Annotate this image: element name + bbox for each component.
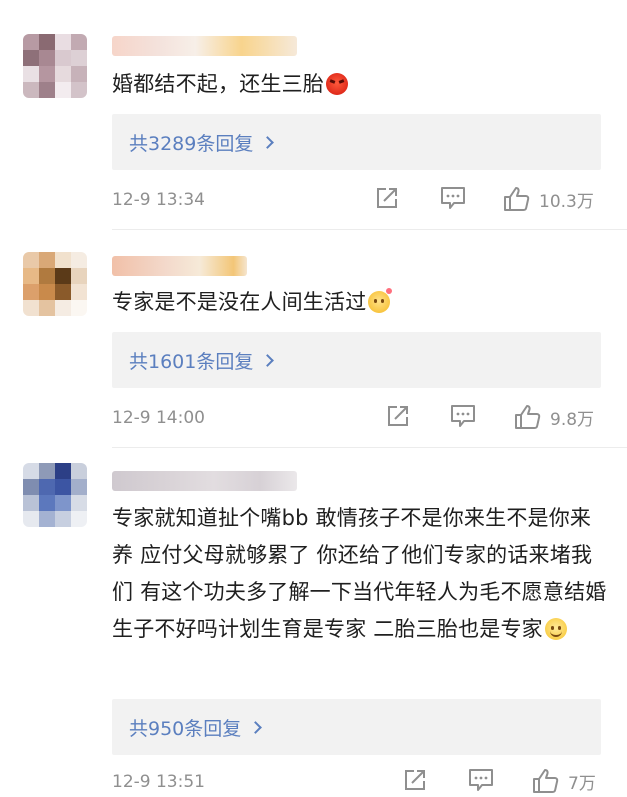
view-replies-button[interactable]: 共950条回复 xyxy=(112,699,601,755)
chevron-right-icon xyxy=(261,353,275,367)
avatar-pixel xyxy=(55,50,71,66)
like-count: 7万 xyxy=(568,773,596,794)
avatar-pixel xyxy=(55,284,71,300)
comment-icon xyxy=(469,769,493,791)
avatar-pixel xyxy=(39,495,55,511)
avatar-pixel xyxy=(23,479,39,495)
comment-button[interactable] xyxy=(440,186,466,210)
avatar-pixel xyxy=(55,34,71,50)
avatar-pixel xyxy=(39,82,55,98)
avatar-pixel xyxy=(71,252,87,268)
chevron-right-icon xyxy=(249,720,263,734)
share-button[interactable] xyxy=(386,404,410,428)
chevron-right-icon xyxy=(261,135,275,149)
timestamp: 12-9 13:34 xyxy=(112,190,205,210)
avatar[interactable] xyxy=(23,252,87,316)
avatar-pixel xyxy=(55,66,71,82)
divider xyxy=(112,447,627,448)
share-button[interactable] xyxy=(375,186,399,210)
share-icon xyxy=(377,188,397,208)
timestamp: 12-9 14:00 xyxy=(112,408,205,428)
comment-button[interactable] xyxy=(468,768,494,792)
avatar-pixel xyxy=(71,66,87,82)
avatar[interactable] xyxy=(23,463,87,527)
avatar[interactable] xyxy=(23,34,87,98)
avatar-pixel xyxy=(71,34,87,50)
avatar-pixel xyxy=(39,511,55,527)
avatar-pixel xyxy=(55,300,71,316)
avatar-pixel xyxy=(39,252,55,268)
comment-text: 专家就知道扯个嘴bb 敢情孩子不是你来生不是你来养 应付父母就够累了 你还给了他… xyxy=(112,506,607,641)
avatar-pixel xyxy=(55,479,71,495)
avatar-pixel xyxy=(71,495,87,511)
avatar-pixel xyxy=(39,284,55,300)
username-blurred[interactable] xyxy=(112,471,297,491)
avatar-pixel xyxy=(55,252,71,268)
avatar-pixel xyxy=(71,479,87,495)
view-replies-button[interactable]: 共3289条回复 xyxy=(112,114,601,170)
avatar-pixel xyxy=(23,300,39,316)
comment-button[interactable] xyxy=(450,404,476,428)
angry-face-emoji xyxy=(326,73,348,95)
avatar-pixel xyxy=(39,300,55,316)
timestamp: 12-9 13:51 xyxy=(112,772,205,792)
thumbs-up-icon xyxy=(515,405,541,429)
like-count: 10.3万 xyxy=(539,191,594,212)
view-replies-button[interactable]: 共1601条回复 xyxy=(112,332,601,388)
avatar-pixel xyxy=(23,34,39,50)
avatar-pixel xyxy=(39,50,55,66)
comment-meta: 12-9 14:00 9.8万 xyxy=(112,404,607,434)
avatar-pixel xyxy=(55,463,71,479)
avatar-pixel xyxy=(23,50,39,66)
avatar-pixel xyxy=(39,479,55,495)
like-count: 9.8万 xyxy=(550,409,595,430)
comment-icon xyxy=(451,405,475,427)
avatar-pixel xyxy=(23,495,39,511)
avatar-pixel xyxy=(39,66,55,82)
avatar-pixel xyxy=(23,82,39,98)
reply-count-link[interactable]: 共950条回复 xyxy=(129,714,241,741)
like-button[interactable]: 9.8万 xyxy=(514,404,594,430)
avatar-pixel xyxy=(23,268,39,284)
comment-text: 婚都结不起，还生三胎 xyxy=(112,66,607,103)
avatar-pixel xyxy=(71,463,87,479)
thinking-face-emoji xyxy=(368,288,393,313)
avatar-pixel xyxy=(23,511,39,527)
avatar-pixel xyxy=(23,252,39,268)
avatar-pixel xyxy=(23,463,39,479)
username-blurred[interactable] xyxy=(112,256,247,276)
like-button[interactable]: 7万 xyxy=(532,768,596,794)
avatar-pixel xyxy=(23,284,39,300)
share-icon xyxy=(388,406,408,426)
avatar-pixel xyxy=(55,82,71,98)
comment-icon xyxy=(441,187,465,209)
avatar-pixel xyxy=(71,50,87,66)
comment-meta: 12-9 13:34 10.3万 xyxy=(112,186,607,216)
avatar-pixel xyxy=(71,82,87,98)
avatar-pixel xyxy=(39,268,55,284)
comment-text: 专家是不是没在人间生活过 xyxy=(112,284,607,321)
thumbs-up-icon xyxy=(533,769,559,793)
comment-meta: 12-9 13:51 7万 xyxy=(112,768,607,797)
reply-count-link[interactable]: 共1601条回复 xyxy=(129,347,253,374)
username-blurred[interactable] xyxy=(112,36,297,56)
thumbs-up-icon xyxy=(504,187,530,211)
reply-count-link[interactable]: 共3289条回复 xyxy=(129,129,253,156)
avatar-pixel xyxy=(55,268,71,284)
avatar-pixel xyxy=(55,511,71,527)
smiling-face-emoji xyxy=(544,618,567,640)
avatar-pixel xyxy=(55,495,71,511)
share-icon xyxy=(405,770,425,790)
avatar-pixel xyxy=(71,300,87,316)
share-button[interactable] xyxy=(403,768,427,792)
avatar-pixel xyxy=(71,511,87,527)
like-button[interactable]: 10.3万 xyxy=(503,186,594,212)
avatar-pixel xyxy=(39,34,55,50)
avatar-pixel xyxy=(71,284,87,300)
avatar-pixel xyxy=(23,66,39,82)
avatar-pixel xyxy=(39,463,55,479)
divider xyxy=(112,229,627,230)
avatar-pixel xyxy=(71,268,87,284)
